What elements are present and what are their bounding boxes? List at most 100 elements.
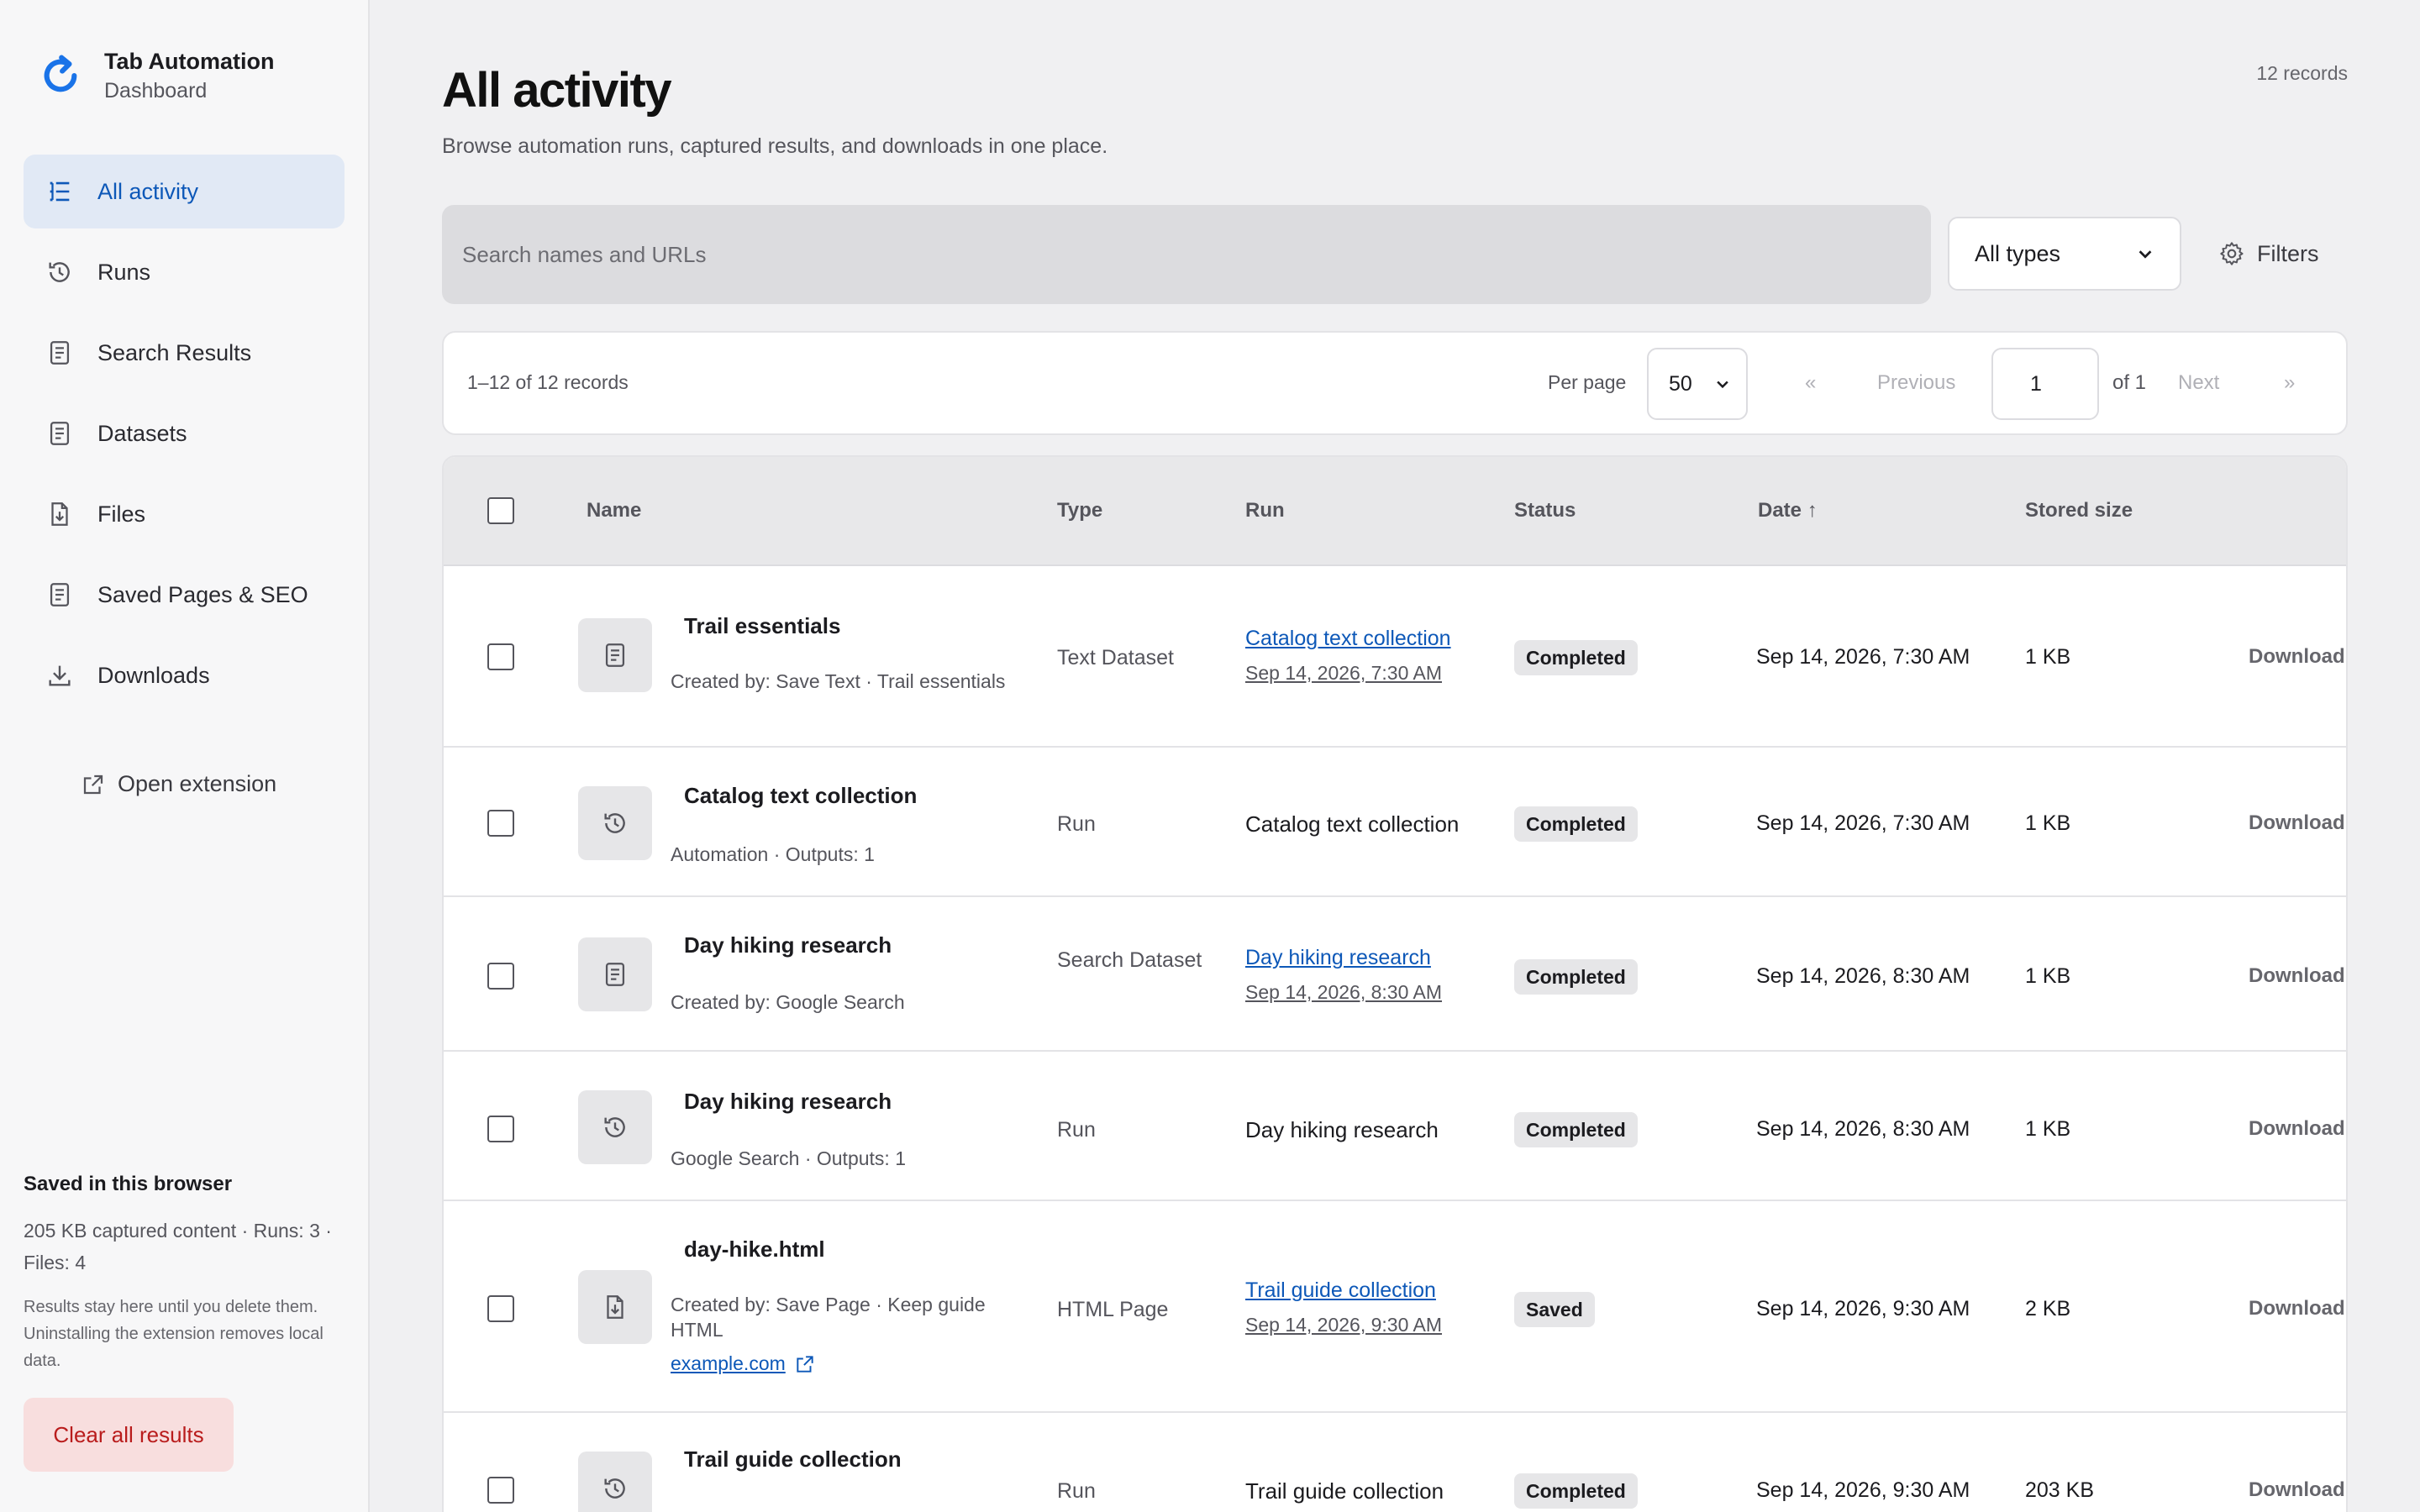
table-row[interactable]: Trail essentials Created by: Save Text ·…: [444, 566, 2346, 748]
sidebar-item-datasets[interactable]: Datasets: [24, 396, 345, 470]
row-size: 1 KB: [2025, 811, 2071, 835]
sidebar-item-label: Saved Pages & SEO: [97, 581, 308, 607]
document-icon: [601, 641, 629, 669]
column-header-status[interactable]: Status: [1514, 499, 1576, 522]
sidebar: Tab Automation Dashboard All activity Ru…: [0, 0, 370, 1512]
table-row[interactable]: day-hike.html Created by: Save Page · Ke…: [444, 1201, 2346, 1413]
sidebar-item-runs[interactable]: Runs: [24, 235, 345, 309]
sidebar-nav: All activity Runs Search Results Dataset…: [24, 155, 345, 719]
sidebar-item-downloads[interactable]: Downloads: [24, 638, 345, 712]
filters-label: Filters: [2257, 240, 2319, 266]
type-select[interactable]: All types: [1948, 217, 2181, 291]
per-page-select[interactable]: 50: [1647, 348, 1748, 420]
row-checkbox[interactable]: [487, 1295, 514, 1322]
document-icon: [45, 339, 74, 367]
row-size: 1 KB: [2025, 1117, 2071, 1141]
row-checkbox[interactable]: [487, 643, 514, 670]
row-name[interactable]: Trail essentials: [684, 613, 840, 639]
history-icon: [601, 1113, 629, 1142]
first-page-button[interactable]: «: [1805, 371, 1816, 395]
row-meta: Created by: Google Search: [671, 991, 905, 1013]
column-header-name[interactable]: Name: [587, 499, 641, 522]
row-name[interactable]: Catalog text collection: [684, 783, 917, 809]
row-run-date: Sep 14, 2026, 7:30 AM: [1245, 662, 1443, 684]
row-checkbox[interactable]: [487, 1477, 514, 1504]
sidebar-item-label: Downloads: [97, 662, 210, 688]
row-type: Search Dataset: [1057, 948, 1202, 972]
previous-page-button[interactable]: Previous: [1877, 371, 1955, 395]
row-type-icon: [578, 786, 652, 860]
sidebar-item-all-activity[interactable]: All activity: [24, 155, 345, 228]
table-row[interactable]: Trail guide collection Run Trail guide c…: [444, 1413, 2346, 1512]
download-button[interactable]: Download: [2249, 811, 2345, 835]
open-extension-link[interactable]: Open extension: [81, 771, 276, 797]
row-name[interactable]: Trail guide collection: [684, 1446, 902, 1473]
row-meta: Automation · Outputs: 1: [671, 843, 875, 865]
row-size: 1 KB: [2025, 964, 2071, 988]
row-source-link[interactable]: example.com: [671, 1352, 816, 1375]
table-row[interactable]: Day hiking research Created by: Google S…: [444, 897, 2346, 1052]
select-all-checkbox[interactable]: [487, 497, 514, 524]
row-date: Sep 14, 2026, 7:30 AM: [1756, 811, 1970, 835]
page-number-input[interactable]: 1: [1991, 348, 2099, 420]
filters-button[interactable]: Filters: [2218, 217, 2319, 291]
app-subtitle: Dashboard: [104, 79, 208, 102]
sidebar-item-files[interactable]: Files: [24, 477, 345, 551]
next-page-button[interactable]: Next: [2178, 371, 2219, 395]
sidebar-item-label: Files: [97, 501, 146, 527]
open-extension-label: Open extension: [118, 771, 277, 796]
download-button[interactable]: Download: [2249, 1117, 2345, 1141]
row-name[interactable]: Day hiking research: [684, 932, 892, 958]
sidebar-item-search-results[interactable]: Search Results: [24, 316, 345, 390]
download-button[interactable]: Download: [2249, 1478, 2345, 1502]
sidebar-item-label: Search Results: [97, 339, 252, 365]
sidebar-item-saved-pages[interactable]: Saved Pages & SEO: [24, 558, 345, 632]
activity-table: Name Type Run Status Date ↑ Stored size …: [442, 455, 2348, 1512]
list-icon: [45, 177, 74, 206]
storage-summary: Saved in this browser 205 KB captured co…: [24, 1173, 351, 1374]
last-page-button[interactable]: »: [2284, 371, 2295, 395]
row-run-link[interactable]: Day hiking research: [1245, 946, 1431, 970]
external-link-icon: [81, 772, 106, 797]
storage-note: Results stay here until you delete them.…: [24, 1298, 324, 1370]
status-badge: Completed: [1514, 640, 1638, 675]
row-checkbox[interactable]: [487, 1116, 514, 1142]
search-input[interactable]: Search names and URLs: [442, 205, 1931, 304]
row-run: Day hiking research: [1245, 1117, 1439, 1142]
row-name[interactable]: day-hike.html: [684, 1236, 825, 1263]
page-subtitle: Browse automation runs, captured results…: [442, 134, 1108, 158]
per-page-value: 50: [1669, 371, 1692, 396]
status-badge: Completed: [1514, 1473, 1638, 1509]
sidebar-item-label: Runs: [97, 259, 151, 285]
download-button[interactable]: Download: [2249, 645, 2345, 669]
pagination-bar: 1–12 of 12 records Per page 50 « Previou…: [442, 331, 2348, 435]
row-type-icon: [578, 618, 652, 692]
history-icon: [601, 809, 629, 837]
row-run-link[interactable]: Trail guide collection: [1245, 1278, 1436, 1303]
clear-all-results-button[interactable]: Clear all results: [24, 1398, 234, 1472]
download-button[interactable]: Download: [2249, 964, 2345, 988]
row-checkbox[interactable]: [487, 963, 514, 990]
row-meta: Google Search · Outputs: 1: [671, 1147, 906, 1169]
row-name[interactable]: Day hiking research: [684, 1089, 892, 1115]
row-run-link[interactable]: Catalog text collection: [1245, 627, 1451, 651]
records-count: 12 records: [2256, 62, 2348, 84]
column-header-date[interactable]: Date ↑: [1758, 499, 1818, 522]
row-checkbox[interactable]: [487, 810, 514, 837]
sidebar-item-label: Datasets: [97, 420, 187, 446]
row-run: Trail guide collection: [1245, 1478, 1444, 1504]
row-date: Sep 14, 2026, 9:30 AM: [1756, 1478, 1970, 1502]
column-header-stored-size[interactable]: Stored size: [2025, 499, 2133, 522]
column-header-run[interactable]: Run: [1245, 499, 1285, 522]
table-row[interactable]: Day hiking research Google Search · Outp…: [444, 1052, 2346, 1201]
row-size: 203 KB: [2025, 1478, 2095, 1502]
storage-stats: 205 KB captured content · Runs: 3 · File…: [24, 1220, 332, 1273]
row-type: Run: [1057, 1118, 1096, 1142]
status-badge: Completed: [1514, 1112, 1638, 1147]
table-row[interactable]: Catalog text collection Automation · Out…: [444, 748, 2346, 897]
row-date: Sep 14, 2026, 9:30 AM: [1756, 1297, 1970, 1320]
row-type-icon: [578, 1270, 652, 1344]
row-type: Text Dataset: [1057, 646, 1174, 669]
column-header-type[interactable]: Type: [1057, 499, 1102, 522]
download-button[interactable]: Download: [2249, 1297, 2345, 1320]
